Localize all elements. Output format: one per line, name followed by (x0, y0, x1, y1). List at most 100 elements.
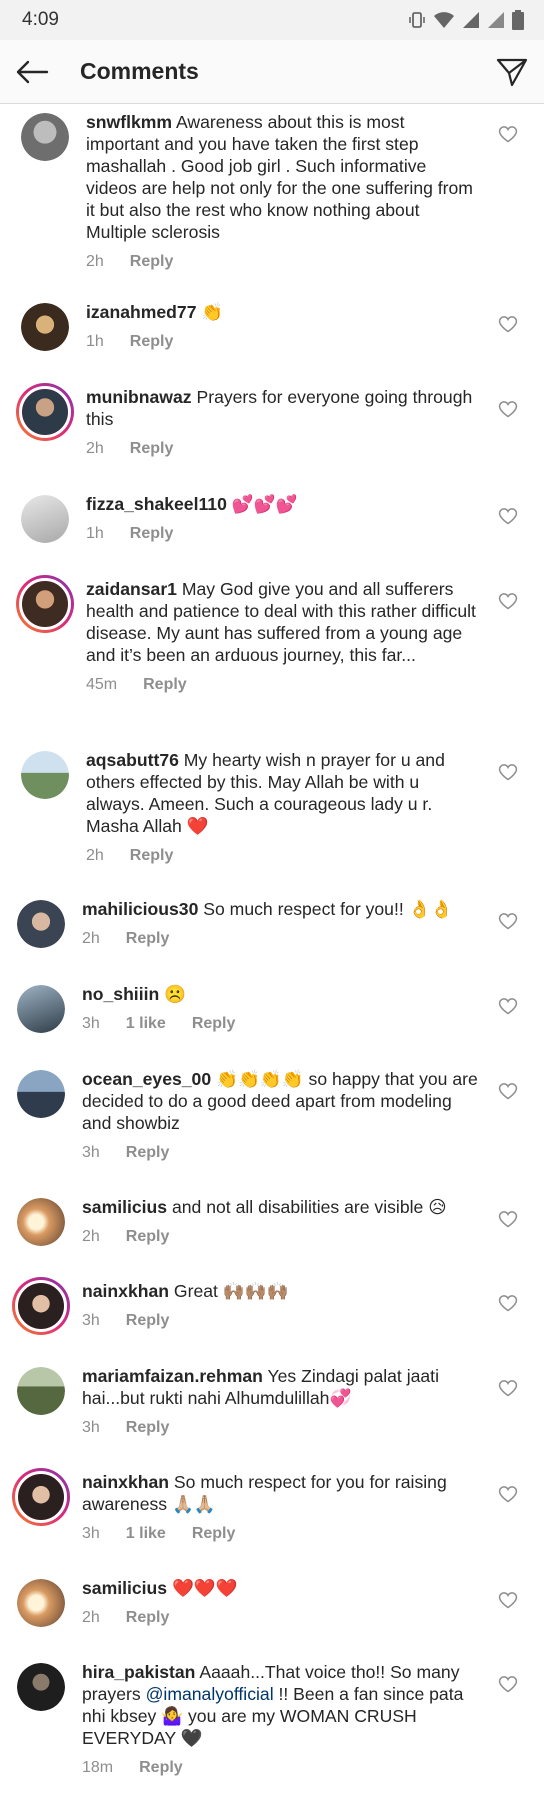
comment-username[interactable]: izanahmed77 (86, 302, 197, 322)
heart-icon[interactable] (498, 1484, 518, 1504)
reply-button[interactable]: Reply (126, 1419, 170, 1437)
comment-username[interactable]: munibnawaz (86, 387, 192, 407)
comment-message: 💕💕💕 (231, 494, 298, 514)
avatar-story-ring[interactable] (12, 1277, 70, 1335)
reply-button[interactable]: Reply (192, 1015, 236, 1033)
comment-username[interactable]: samilicius (82, 1197, 167, 1217)
comment-username[interactable]: samilicius (82, 1578, 167, 1598)
heart-icon[interactable] (498, 124, 518, 144)
comment-message: Great 🙌🏽🙌🏽🙌🏽 (173, 1281, 289, 1301)
avatar[interactable] (17, 1579, 65, 1627)
comment-username[interactable]: nainxkhan (82, 1472, 169, 1492)
comment-meta: 2h Reply (82, 1228, 482, 1246)
back-button[interactable] (0, 40, 64, 104)
comment-username[interactable]: snwflkmm (86, 112, 172, 132)
comment-time: 2h (82, 1228, 100, 1245)
reply-button[interactable]: Reply (126, 1228, 170, 1246)
comment-text: munibnawaz Prayers for everyone going th… (86, 386, 482, 430)
comment-text: snwflkmm Awareness about this is most im… (86, 111, 482, 243)
avatar[interactable] (21, 113, 69, 161)
header: Comments (0, 40, 544, 104)
heart-icon[interactable] (498, 591, 518, 611)
comment-message: 👏 (201, 302, 224, 322)
comment-item: no_shiiin ☹️ 3h 1 like Reply (0, 977, 544, 1047)
heart-icon[interactable] (498, 911, 518, 931)
comment-username[interactable]: fizza_shakeel110 (86, 494, 227, 514)
page-title: Comments (80, 58, 199, 84)
avatar[interactable] (17, 900, 65, 948)
share-button[interactable] (480, 40, 544, 104)
reply-button[interactable]: Reply (130, 440, 174, 458)
avatar-story-ring[interactable] (16, 383, 74, 441)
vibrate-icon (408, 11, 426, 29)
signal-icon-2 (487, 11, 505, 29)
heart-icon[interactable] (498, 1590, 518, 1610)
reply-button[interactable]: Reply (130, 333, 174, 351)
comment-meta: 18m Reply (82, 1759, 482, 1777)
reply-button[interactable]: Reply (126, 930, 170, 948)
heart-icon[interactable] (498, 399, 518, 419)
reply-button[interactable]: Reply (130, 847, 174, 865)
comment-message: So much respect for you!! 👌👌 (203, 899, 453, 919)
reply-button[interactable]: Reply (130, 525, 174, 543)
heart-icon[interactable] (498, 1293, 518, 1313)
comment-item: samilicius and not all disabilities are … (0, 1190, 544, 1260)
comment-username[interactable]: ocean_eyes_00 (82, 1069, 211, 1089)
avatar[interactable] (17, 1663, 65, 1711)
comment-username[interactable]: aqsabutt76 (86, 750, 179, 770)
comment-text: hira_pakistan Aaaah...That voice tho!! S… (82, 1661, 482, 1749)
avatar[interactable] (21, 495, 69, 543)
avatar[interactable] (17, 985, 65, 1033)
reply-button[interactable]: Reply (143, 676, 187, 694)
heart-icon[interactable] (498, 1674, 518, 1694)
reply-button[interactable]: Reply (126, 1144, 170, 1162)
reply-button[interactable]: Reply (130, 253, 174, 271)
reply-button[interactable]: Reply (192, 1525, 236, 1543)
comment-username[interactable]: zaidansar1 (86, 579, 177, 599)
comment-text: no_shiiin ☹️ (82, 983, 482, 1005)
comment-meta: 1h Reply (86, 525, 482, 543)
comment-time: 2h (86, 253, 104, 270)
heart-icon[interactable] (498, 762, 518, 782)
heart-icon[interactable] (498, 506, 518, 526)
comment-message: and not all disabilities are visible 😥 (171, 1197, 447, 1217)
heart-icon[interactable] (498, 1209, 518, 1229)
avatar-story-ring[interactable] (12, 1468, 70, 1526)
avatar-story-ring[interactable] (16, 575, 74, 633)
comment-text: aqsabutt76 My hearty wish n prayer for u… (86, 749, 482, 837)
comment-username[interactable]: mariamfaizan.rehman (82, 1366, 263, 1386)
comment-meta: 2h Reply (86, 847, 482, 865)
reply-button[interactable]: Reply (126, 1609, 170, 1627)
comment-meta: 3h 1 like Reply (82, 1525, 482, 1543)
comment-meta: 1h Reply (86, 333, 482, 351)
comment-username[interactable]: hira_pakistan (82, 1662, 195, 1682)
comment-username[interactable]: no_shiiin (82, 984, 159, 1004)
heart-icon[interactable] (498, 1081, 518, 1101)
comment-time: 2h (86, 440, 104, 457)
comment-meta: 3h 1 like Reply (82, 1015, 482, 1033)
comment-text: fizza_shakeel110 💕💕💕 (86, 493, 482, 515)
comment-username[interactable]: nainxkhan (82, 1281, 169, 1301)
comment-item: aqsabutt76 My hearty wish n prayer for u… (0, 743, 544, 873)
avatar[interactable] (17, 1070, 65, 1118)
heart-icon[interactable] (498, 996, 518, 1016)
comment-username[interactable]: mahilicious30 (82, 899, 198, 919)
avatar[interactable] (17, 1198, 65, 1246)
mention-link[interactable]: @imanalyofficial (146, 1684, 274, 1704)
avatar[interactable] (21, 751, 69, 799)
heart-icon[interactable] (498, 1378, 518, 1398)
comment-text: nainxkhan Great 🙌🏽🙌🏽🙌🏽 (82, 1280, 482, 1302)
like-count[interactable]: 1 like (126, 1525, 166, 1543)
heart-icon[interactable] (498, 314, 518, 334)
reply-button[interactable]: Reply (126, 1312, 170, 1330)
comment-time: 3h (82, 1419, 100, 1436)
avatar[interactable] (21, 303, 69, 351)
comment-meta: 2h Reply (86, 253, 482, 271)
like-count[interactable]: 1 like (126, 1015, 166, 1033)
avatar[interactable] (17, 1367, 65, 1415)
comment-item: izanahmed77 👏 1h Reply (0, 295, 544, 365)
reply-button[interactable]: Reply (139, 1759, 183, 1777)
comment-meta: 2h Reply (86, 440, 482, 458)
comment-text: samilicius ❤️❤️❤️ (82, 1577, 482, 1599)
comment-time: 3h (82, 1525, 100, 1542)
